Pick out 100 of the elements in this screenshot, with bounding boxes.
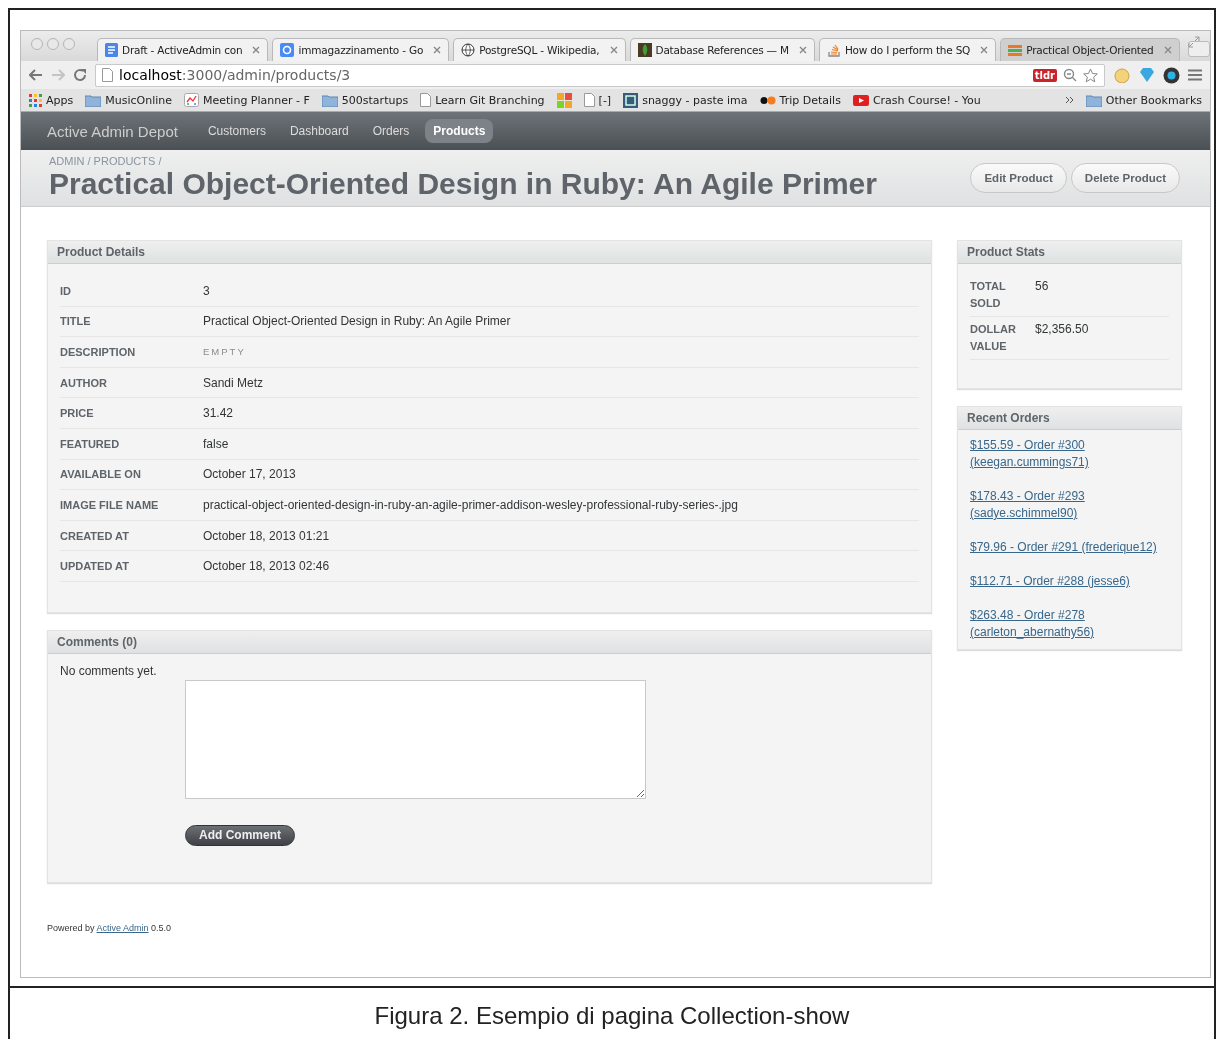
attribute-value: October 18, 2013 02:46	[203, 559, 330, 574]
order-link[interactable]: $155.59 - Order #300 (keegan.cummings71)	[970, 437, 1169, 471]
bookmark-item[interactable]: Learn Git Branching	[420, 93, 545, 107]
dots-icon	[759, 95, 776, 105]
reload-icon[interactable]	[73, 68, 87, 82]
site-title[interactable]: Active Admin Depot	[47, 122, 178, 140]
attribute-label: CREATED AT	[60, 529, 130, 542]
video-play-icon	[852, 94, 869, 106]
bookmark-item[interactable]: Crash Course! - You	[852, 93, 981, 107]
nav-tab[interactable]: Dashboard	[281, 119, 357, 143]
page-icon	[583, 93, 595, 107]
action-button[interactable]: Delete Product	[1070, 163, 1180, 193]
close-icon[interactable]	[798, 46, 807, 54]
attribute-value: false	[203, 436, 229, 451]
browser-tab[interactable]: PostgreSQL - Wikipedia,	[453, 38, 626, 61]
attribute-value: Sandi Metz	[203, 375, 264, 390]
attribute-label: FEATURED	[60, 437, 121, 450]
globe-icon	[461, 43, 476, 57]
page-icon	[102, 68, 113, 82]
panel-header: Product Stats	[958, 241, 1181, 264]
extension-badge[interactable]: tldr	[1032, 68, 1057, 82]
active-admin-link[interactable]: Active Admin	[96, 923, 149, 933]
bookmark-item[interactable]: MusicOnline	[85, 93, 172, 107]
leaf-icon	[637, 43, 652, 57]
browser-tab[interactable]: immagazzinamento - Go	[272, 38, 450, 61]
tiles-icon	[556, 92, 572, 108]
attribute-value: October 17, 2013	[203, 467, 296, 482]
fullscreen-icon[interactable]	[1188, 36, 1200, 48]
attribute-value: October 18, 2013 01:21	[203, 528, 330, 543]
page-title: Practical Object-Oriented Design in Ruby: An Agile Primer	[49, 167, 878, 201]
browser-tab[interactable]: Practical Object-Oriented	[1000, 38, 1180, 61]
nav-tab[interactable]: Orders	[364, 119, 418, 143]
stacked-trays-icon	[826, 43, 841, 57]
close-icon[interactable]	[433, 46, 442, 54]
attribute-value: 31.42	[203, 406, 234, 421]
action-button[interactable]: Edit Product	[970, 163, 1067, 193]
panel-header: Recent Orders	[958, 407, 1181, 430]
empty-message: No comments yet.	[60, 663, 158, 678]
attribute-value: 3	[203, 283, 210, 298]
browser-tab[interactable]: Database References — M	[629, 38, 815, 61]
attribute-value: Practical Object-Oriented Design in Ruby: An Agile Primer	[203, 314, 511, 329]
new-tab-button[interactable]	[1187, 41, 1210, 57]
attribute-label: TITLE	[60, 315, 92, 328]
apps-grid-icon	[29, 93, 42, 107]
calendar-icon	[184, 93, 199, 107]
add-comment-button[interactable]: Add Comment	[185, 824, 295, 846]
attribute-label: PRICE	[60, 407, 95, 420]
browser-tab[interactable]: Draft - ActiveAdmin con	[97, 38, 269, 61]
panel-header: Product Details	[48, 241, 931, 264]
bookmark-item[interactable]: snaggy - paste ima	[623, 92, 748, 108]
attribute-label: IMAGE FILE NAME	[60, 498, 160, 511]
document-icon	[105, 43, 118, 57]
attribute-value: EMPTY	[203, 346, 246, 358]
diamond-icon[interactable]	[1139, 67, 1155, 83]
browser-tab[interactable]: How do I perform the SQ	[818, 38, 997, 61]
folder-icon	[85, 93, 102, 107]
menu-icon[interactable]	[1188, 69, 1202, 81]
comment-field[interactable]	[185, 679, 646, 799]
close-icon[interactable]	[980, 46, 989, 54]
striped-logo-icon	[1008, 43, 1023, 57]
page-icon	[420, 93, 432, 107]
extension-icon[interactable]	[1113, 67, 1131, 83]
address-bar[interactable]: localhost:3000/admin/products/3 tldr	[95, 63, 1105, 87]
close-icon[interactable]	[1163, 46, 1172, 54]
back-icon[interactable]	[29, 69, 43, 81]
bookmark-icon-button[interactable]	[556, 92, 572, 108]
nav-tab[interactable]: Customers	[199, 119, 274, 143]
order-link[interactable]: $79.96 - Order #291 (frederique12)	[970, 539, 1169, 556]
order-link[interactable]: $178.43 - Order #293 (sadye.schimmel90)	[970, 488, 1169, 522]
folder-icon	[321, 93, 338, 107]
attribute-label: DESCRIPTION	[60, 346, 137, 358]
square-logo-icon	[623, 92, 639, 108]
bookmark-item[interactable]: [-]	[583, 93, 612, 107]
star-icon[interactable]	[1083, 67, 1098, 83]
bookmark-item[interactable]: Other Bookmarks	[1085, 93, 1202, 107]
order-link[interactable]: $263.48 - Order #278 (carleton_abernathy56)	[970, 607, 1169, 641]
panel-header: Comments (0)	[48, 630, 931, 654]
order-link[interactable]: $112.71 - Order #288 (jesse6)	[970, 573, 1169, 590]
attribute-label: AVAILABLE ON	[60, 468, 142, 481]
camera-lens-icon[interactable]	[1163, 66, 1180, 84]
chevron-icon[interactable]	[1064, 96, 1074, 104]
nav-tab[interactable]: Products	[425, 119, 494, 143]
close-icon[interactable]	[609, 46, 618, 54]
bookmark-item[interactable]: Trip Details	[759, 93, 841, 107]
figure-caption: Figura 2. Esempio di pagina Collection-show	[373, 1001, 851, 1030]
bookmark-item[interactable]: Apps	[29, 93, 74, 107]
folder-icon	[1085, 93, 1102, 107]
stat-value: $2,356.50	[1035, 321, 1089, 338]
stat-value: 56	[1035, 278, 1049, 295]
close-icon[interactable]	[252, 46, 261, 54]
bookmark-item[interactable]: Meeting Planner - F	[184, 93, 310, 107]
attribute-label: ID	[60, 284, 72, 297]
bookmark-item[interactable]: 500startups	[321, 93, 409, 107]
app-logo-icon	[280, 43, 295, 57]
stat-label: DOLLAR VALUE	[970, 322, 1017, 354]
attribute-label: AUTHOR	[60, 376, 109, 389]
stat-label: TOTAL SOLD	[970, 279, 1007, 311]
attribute-value: practical-object-oriented-design-in-ruby-an-agile-primer-addison-wesley-professional-ruby-series-.jpg	[203, 497, 738, 512]
zoom-out-icon[interactable]	[1063, 68, 1077, 82]
footer-text: Powered by Active Admin 0.5.0	[47, 923, 172, 933]
